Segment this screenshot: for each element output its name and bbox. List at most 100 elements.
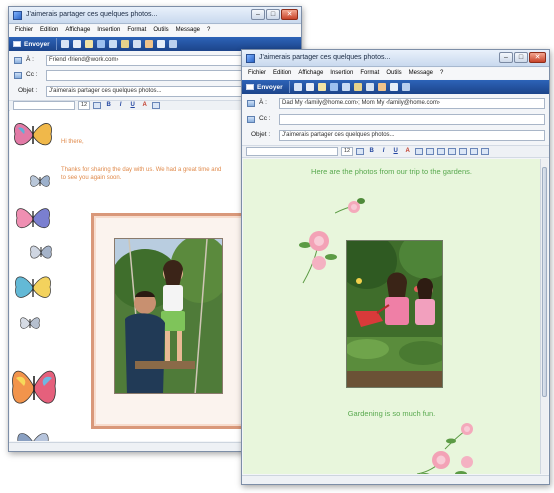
undo-icon[interactable]: [96, 40, 105, 48]
check-names-icon[interactable]: [341, 83, 350, 91]
toolbar: Envoyer: [242, 80, 549, 94]
menu-format[interactable]: Format: [127, 25, 146, 36]
cc-row: Cc :: [242, 113, 549, 126]
menu-edition[interactable]: Edition: [273, 68, 291, 79]
menu-outils[interactable]: Outils: [386, 68, 401, 79]
send-label: Envoyer: [257, 83, 283, 91]
message-body[interactable]: Here are the photos from our trip to the…: [243, 159, 540, 474]
attach-icon[interactable]: [132, 40, 141, 48]
cc-label: Cc :: [259, 115, 271, 122]
envelope-icon: [246, 84, 254, 90]
envelope-icon: [13, 41, 21, 47]
numbering-icon[interactable]: [415, 148, 424, 155]
close-icon[interactable]: ✕: [281, 9, 298, 20]
check-names-icon[interactable]: [108, 40, 117, 48]
minimize-icon[interactable]: –: [251, 9, 265, 20]
font-select[interactable]: [246, 147, 338, 156]
style-icon[interactable]: [356, 148, 365, 155]
menu-insertion[interactable]: Insertion: [330, 68, 353, 79]
copy-icon[interactable]: [305, 83, 314, 91]
maximize-icon[interactable]: □: [266, 9, 280, 20]
italic-button[interactable]: I: [116, 101, 125, 110]
sign-icon[interactable]: [389, 83, 398, 91]
font-color-icon[interactable]: A: [140, 101, 149, 110]
paste-icon[interactable]: [317, 83, 326, 91]
style-icon[interactable]: [93, 102, 102, 109]
spelling-icon[interactable]: [353, 83, 362, 91]
cc-label: Cc :: [26, 71, 38, 78]
status-bar: [242, 475, 549, 484]
flower-icon: [417, 451, 473, 474]
paste-icon[interactable]: [84, 40, 93, 48]
cut-icon[interactable]: [60, 40, 69, 48]
align-center-icon[interactable]: [470, 148, 479, 155]
bullets-icon[interactable]: [426, 148, 435, 155]
menu-affichage[interactable]: Affichage: [65, 25, 90, 36]
mail-app-icon: [246, 54, 255, 63]
align-right-icon[interactable]: [481, 148, 490, 155]
send-button[interactable]: Envoyer: [13, 38, 57, 50]
window-title: J'aimerais partager ces quelques photos.…: [26, 11, 158, 18]
priority-icon[interactable]: [377, 83, 386, 91]
minimize-icon[interactable]: –: [499, 52, 513, 63]
menu-fichier[interactable]: Fichier: [248, 68, 266, 79]
close-icon[interactable]: ✕: [529, 52, 546, 63]
to-row: À : Dad My ‹family@home.com›; Mom My ‹fa…: [242, 97, 549, 110]
menu-fichier[interactable]: Fichier: [15, 25, 33, 36]
title-bar[interactable]: J'aimerais partager ces quelques photos.…: [9, 7, 301, 24]
address-book-icon[interactable]: [14, 72, 22, 79]
menu-format[interactable]: Format: [360, 68, 379, 79]
butterfly-icon: [12, 370, 56, 404]
sign-icon[interactable]: [156, 40, 165, 48]
menu-edition[interactable]: Edition: [40, 25, 58, 36]
attach-icon[interactable]: [365, 83, 374, 91]
maximize-icon[interactable]: □: [514, 52, 528, 63]
subject-field[interactable]: J'aimerais partager ces quelques photos.…: [279, 130, 545, 141]
italic-button[interactable]: I: [379, 147, 388, 156]
menu-message[interactable]: Message: [176, 25, 200, 36]
menu-outils[interactable]: Outils: [153, 25, 168, 36]
butterfly-icon: [30, 245, 52, 259]
send-button[interactable]: Envoyer: [246, 81, 290, 93]
spelling-icon[interactable]: [120, 40, 129, 48]
bold-button[interactable]: B: [104, 101, 113, 110]
menu-insertion[interactable]: Insertion: [97, 25, 120, 36]
format-bar: 12 B I U A: [242, 145, 549, 158]
vertical-scrollbar[interactable]: [540, 159, 548, 474]
numbering-icon[interactable]: [152, 102, 161, 109]
title-bar[interactable]: J'aimerais partager ces quelques photos.…: [242, 50, 549, 67]
font-size-select[interactable]: 12: [341, 147, 354, 156]
underline-button[interactable]: U: [128, 101, 137, 110]
butterfly-icon: [14, 123, 52, 146]
font-select[interactable]: [13, 101, 75, 110]
encrypt-icon[interactable]: [401, 83, 410, 91]
mail-app-icon: [13, 11, 22, 20]
priority-icon[interactable]: [144, 40, 153, 48]
menu-bar: Fichier Edition Affichage Insertion Form…: [9, 25, 301, 36]
bold-button[interactable]: B: [367, 147, 376, 156]
cut-icon[interactable]: [293, 83, 302, 91]
menu-help[interactable]: ?: [207, 25, 210, 36]
menu-message[interactable]: Message: [409, 68, 433, 79]
copy-icon[interactable]: [72, 40, 81, 48]
scrollbar-thumb[interactable]: [542, 167, 547, 397]
decrease-indent-icon[interactable]: [437, 148, 446, 155]
encrypt-icon[interactable]: [168, 40, 177, 48]
message-line-2: to see you again soon.: [61, 175, 122, 181]
body-line-2: Gardening is so much fun.: [347, 409, 436, 418]
address-book-icon[interactable]: [14, 57, 22, 64]
align-left-icon[interactable]: [459, 148, 468, 155]
address-book-icon[interactable]: [247, 116, 255, 123]
font-color-icon[interactable]: A: [403, 147, 412, 156]
cc-field[interactable]: [279, 114, 545, 125]
menu-affichage[interactable]: Affichage: [298, 68, 323, 79]
menu-help[interactable]: ?: [440, 68, 443, 79]
font-size-select[interactable]: 12: [78, 101, 91, 110]
increase-indent-icon[interactable]: [448, 148, 457, 155]
subject-row: Objet : J'aimerais partager ces quelques…: [242, 129, 549, 142]
to-field[interactable]: Dad My ‹family@home.com›; Mom My ‹family…: [279, 98, 545, 109]
email-window-front[interactable]: J'aimerais partager ces quelques photos.…: [241, 49, 550, 485]
address-book-icon[interactable]: [247, 100, 255, 107]
undo-icon[interactable]: [329, 83, 338, 91]
underline-button[interactable]: U: [391, 147, 400, 156]
